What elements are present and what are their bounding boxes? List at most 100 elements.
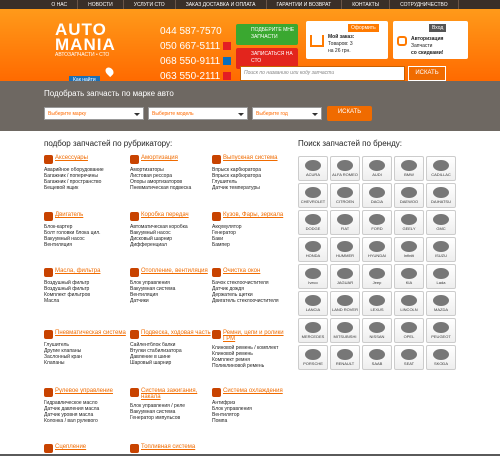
- subcategory-link[interactable]: Шаровый шарнир: [130, 360, 215, 366]
- brand-tile[interactable]: SAAB: [362, 345, 392, 370]
- subcategory-link[interactable]: Двигатель стеклоочистителя: [212, 298, 297, 304]
- brand-tile[interactable]: KIA: [394, 264, 424, 289]
- brand-tile[interactable]: LAND ROVER: [330, 291, 360, 316]
- category-link[interactable]: Коробка передач: [130, 212, 215, 221]
- brand-tile[interactable]: PORSCHE: [298, 345, 328, 370]
- brand-label: AUDI: [372, 172, 382, 177]
- brand-tile[interactable]: HUMMER: [330, 237, 360, 262]
- subcategory-link[interactable]: Дифференциал: [130, 242, 215, 248]
- nav-link[interactable]: КОНТАКТЫ: [342, 0, 391, 9]
- category-link[interactable]: Система зажигания, накала: [130, 388, 215, 400]
- year-select[interactable]: Выберите год: [252, 107, 322, 120]
- subcategory-link[interactable]: Колонка / вал рулевого: [44, 418, 129, 424]
- subcategory-link[interactable]: Датчик температуры: [212, 185, 297, 191]
- brand-tile[interactable]: DAIHATSU: [426, 183, 456, 208]
- brand-tile[interactable]: Jeep: [362, 264, 392, 289]
- subcategory-link[interactable]: Помпа: [212, 418, 297, 424]
- category-link[interactable]: Подвеска, ходовая часть: [130, 330, 215, 339]
- brand-tile[interactable]: RENAULT: [330, 345, 360, 370]
- category-link[interactable]: Аксессуары: [44, 155, 129, 164]
- subcategory-link[interactable]: Бампер: [212, 242, 297, 248]
- brand-tile[interactable]: SEAT: [394, 345, 424, 370]
- brand-tile[interactable]: ACURA: [298, 156, 328, 181]
- brand-tile[interactable]: AUDI: [362, 156, 392, 181]
- brand-tile[interactable]: ALFA ROMEO: [330, 156, 360, 181]
- category-link[interactable]: Отопление, вентиляция: [130, 268, 215, 277]
- subcategory-link[interactable]: Клапаны: [44, 360, 129, 366]
- category-link[interactable]: Амортизация: [130, 155, 215, 164]
- subcategory-link[interactable]: Пневматическая подвеска: [130, 185, 215, 191]
- category-link[interactable]: Пневматическая система: [44, 330, 129, 339]
- brand-tile[interactable]: LINCOLN: [394, 291, 424, 316]
- phone-2[interactable]: 050 667-5111: [160, 41, 220, 52]
- brand-tile[interactable]: ISUZU: [426, 237, 456, 262]
- logo[interactable]: AUTO MANIA АВТОЗАПЧАСТИ • СТО: [55, 21, 116, 59]
- category-link[interactable]: Рулевое управление: [44, 388, 129, 397]
- nav-link[interactable]: О НАС: [41, 0, 79, 9]
- subcategory-link[interactable]: Генератор импульсов: [130, 415, 215, 421]
- brand-tile[interactable]: JAGUAR: [330, 264, 360, 289]
- selector-search-button[interactable]: ИСКАТЬ: [327, 106, 372, 121]
- brand-tile[interactable]: CHEVROLET: [298, 183, 328, 208]
- brand-tile[interactable]: MITSUBISHI: [330, 318, 360, 343]
- category-link[interactable]: Двигатель: [44, 212, 129, 221]
- brand-tile[interactable]: GEELY: [394, 210, 424, 235]
- brand-tile[interactable]: LEXUS: [362, 291, 392, 316]
- brand-tile[interactable]: DAEWOO: [394, 183, 424, 208]
- category-link[interactable]: Топливная система: [130, 444, 215, 453]
- brand-tile[interactable]: HONDA: [298, 237, 328, 262]
- category-link[interactable]: Система охлаждения: [212, 388, 297, 397]
- nav-link[interactable]: УСЛУГИ СТО: [124, 0, 176, 9]
- brand-tile[interactable]: Infiniti: [394, 237, 424, 262]
- subcategory-link[interactable]: Масла: [44, 298, 129, 304]
- category-link[interactable]: Кузов, Фары, зеркала: [212, 212, 297, 221]
- cart-box[interactable]: Оформить Мой заказ: Товаров: 3 на 26 грн.: [306, 21, 388, 59]
- phone-1[interactable]: 044 587-7570: [160, 26, 222, 37]
- checkout-button[interactable]: Оформить: [348, 24, 379, 32]
- subcategory-link[interactable]: Датчики: [130, 298, 215, 304]
- brand-tile[interactable]: NISSAN: [362, 318, 392, 343]
- nav-link[interactable]: НОВОСТИ: [78, 0, 124, 9]
- pick-parts-button[interactable]: ПОДБЕРИТЕ МНЕ ЗАПЧАСТИ: [236, 24, 298, 45]
- brand-tile[interactable]: Lada: [426, 264, 456, 289]
- brand-tile[interactable]: CITROEN: [330, 183, 360, 208]
- subcategory-link[interactable]: Бещевой ящик: [44, 185, 129, 191]
- life-icon: [223, 72, 232, 81]
- nav-link[interactable]: ГАРАНТИИ И ВОЗВРАТ: [267, 0, 343, 9]
- brand-tile[interactable]: SKODA: [426, 345, 456, 370]
- search-input[interactable]: Поиск по названию или коду запчасти: [240, 66, 405, 81]
- brand-tile[interactable]: BMW: [394, 156, 424, 181]
- make-select[interactable]: Выберите марку: [44, 107, 144, 120]
- phone-3[interactable]: 068 550-9111: [160, 56, 220, 67]
- brand-tile[interactable]: DACIA: [362, 183, 392, 208]
- login-button[interactable]: Вход: [429, 24, 447, 32]
- model-select[interactable]: Выберите модель: [148, 107, 248, 120]
- brand-tile[interactable]: MAZDA: [426, 291, 456, 316]
- brand-tile[interactable]: GMC: [426, 210, 456, 235]
- nav-link[interactable]: СОТРУДНИЧЕСТВО: [390, 0, 459, 9]
- category-link[interactable]: Сцепление: [44, 444, 129, 453]
- brand-tile[interactable]: FORD: [362, 210, 392, 235]
- nav-link[interactable]: ЗАКАЗ ДОСТАВКА И ОПЛАТА: [176, 0, 267, 9]
- brand-tile[interactable]: CADILLAC: [426, 156, 456, 181]
- brand-tile[interactable]: MERCEDES: [298, 318, 328, 343]
- brand-tile[interactable]: FIAT: [330, 210, 360, 235]
- subcategory-link[interactable]: Вентиляция: [44, 242, 129, 248]
- brand-tile[interactable]: DODGE: [298, 210, 328, 235]
- search-button[interactable]: ИСКАТЬ: [408, 66, 446, 81]
- cart-icon: [310, 35, 324, 47]
- category-link[interactable]: Выпускная система: [212, 155, 297, 164]
- auth-box[interactable]: Вход Авторизация Запчасти со скидками!: [393, 21, 468, 59]
- brand-tile[interactable]: LANCIA: [298, 291, 328, 316]
- brand-label: ACURA: [305, 172, 320, 177]
- subcategory-link[interactable]: Поликлиновой ремень: [212, 363, 297, 369]
- category-link[interactable]: Масла, фильтра: [44, 268, 129, 277]
- brand-logo-icon: [401, 322, 417, 333]
- category-link[interactable]: Очистка окон: [212, 268, 297, 277]
- brand-tile[interactable]: HYUNDAI: [362, 237, 392, 262]
- category-link[interactable]: Ремни, цепи и ролики ГРМ: [212, 330, 297, 342]
- brand-tile[interactable]: OPEL: [394, 318, 424, 343]
- brand-tile[interactable]: Iveco: [298, 264, 328, 289]
- brand-label: HONDA: [305, 253, 321, 258]
- brand-tile[interactable]: PEUGEOT: [426, 318, 456, 343]
